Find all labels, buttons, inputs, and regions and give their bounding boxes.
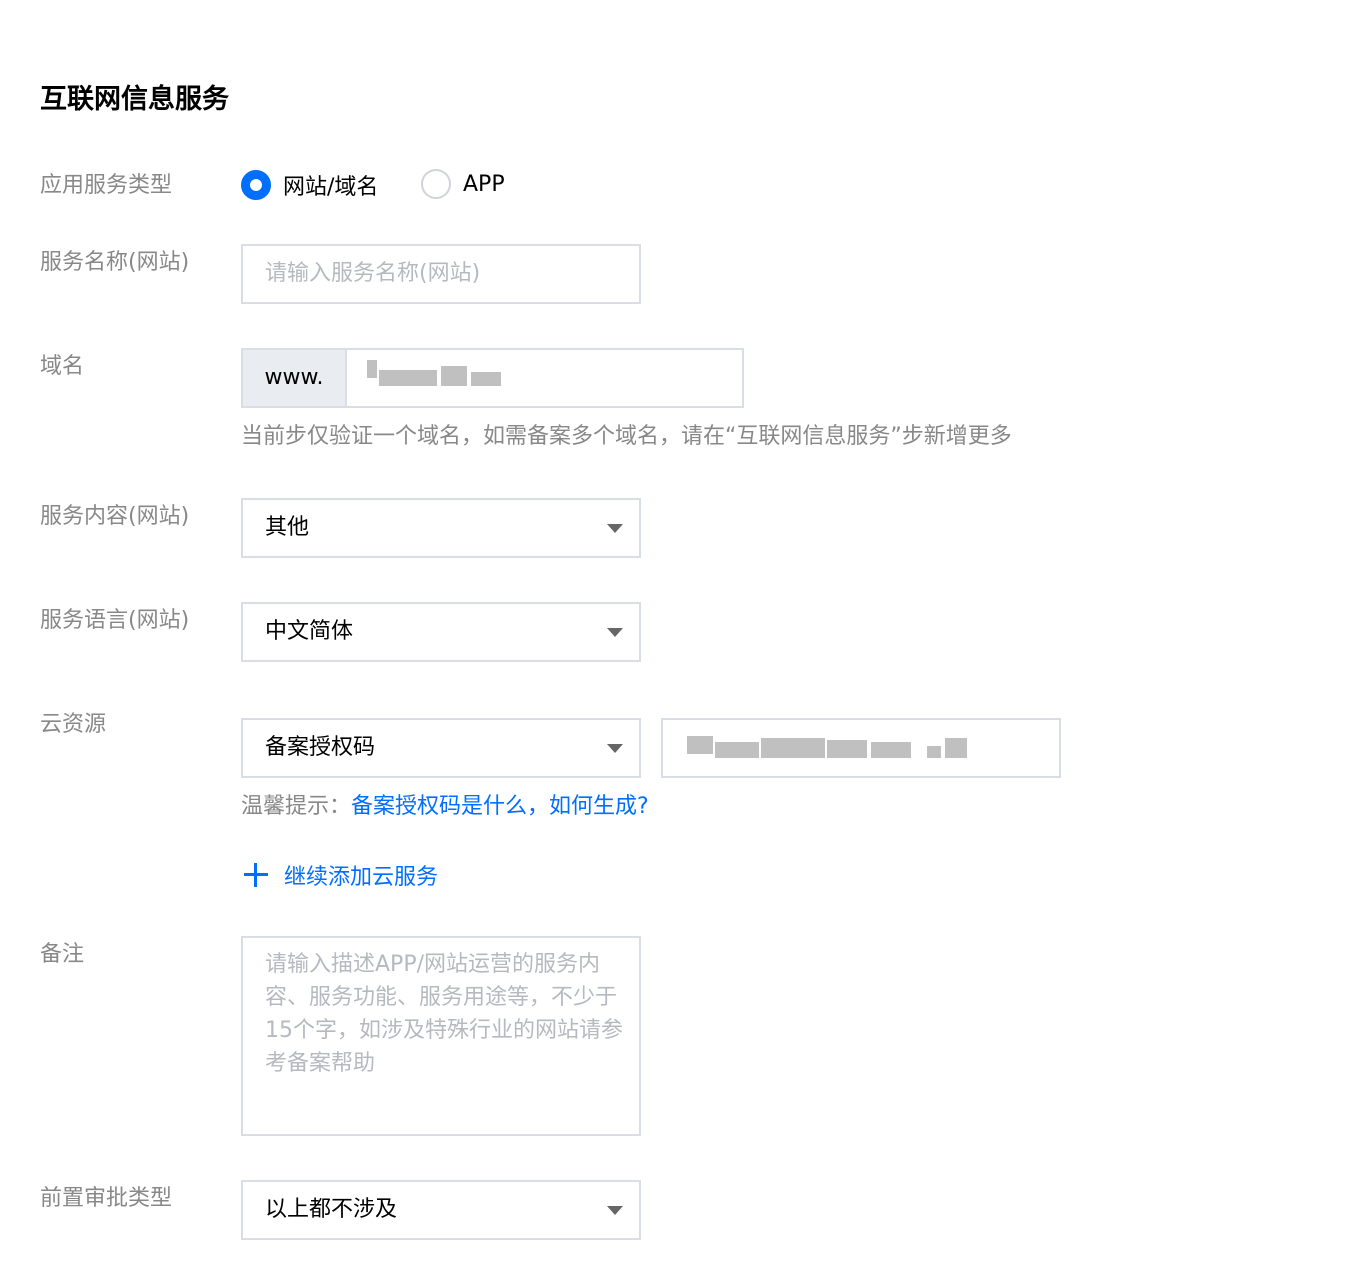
service-name-input[interactable]: 请输入服务名称(网站)	[241, 244, 641, 304]
service-language-select[interactable]: 中文简体	[241, 602, 641, 662]
section-title: 互联网信息服务	[40, 84, 229, 115]
remark-label: 备注	[40, 942, 85, 967]
service-name-placeholder: 请输入服务名称(网站)	[265, 261, 481, 286]
service-name-label: 服务名称(网站)	[40, 250, 190, 275]
authorization-code-input[interactable]	[661, 718, 1061, 778]
pre-approval-select[interactable]: 以上都不涉及	[241, 1180, 641, 1240]
service-content-label: 服务内容(网站)	[40, 504, 190, 529]
add-cloud-service-label: 继续添加云服务	[284, 865, 439, 890]
cloud-resource-type-select[interactable]: 备案授权码	[241, 718, 641, 778]
domain-prefix: www.	[243, 350, 347, 406]
domain-hint: 当前步仅验证一个域名，如需备案多个域名，请在“互联网信息服务”步新增更多	[241, 424, 1012, 449]
add-cloud-service-button[interactable]: 继续添加云服务	[244, 859, 438, 891]
cloud-resource-label: 云资源	[40, 712, 107, 737]
chevron-down-icon	[607, 1206, 623, 1215]
service-language-value: 中文简体	[265, 619, 354, 644]
tip-prefix: 温馨提示：	[241, 794, 352, 819]
pre-approval-value: 以上都不涉及	[265, 1197, 398, 1222]
radio-website-domain[interactable]: 网站/域名	[241, 169, 378, 201]
remark-placeholder: 请输入描述APP/网站运营的服务内容、服务功能、服务用途等，不少于15个字，如涉…	[265, 952, 623, 1076]
service-content-value: 其他	[265, 515, 310, 540]
chevron-down-icon	[607, 524, 623, 533]
domain-value-redacted	[367, 360, 507, 396]
domain-input[interactable]: www.	[241, 348, 744, 408]
radio-app[interactable]: APP	[421, 169, 505, 199]
plus-icon	[244, 863, 268, 887]
chevron-down-icon	[607, 628, 623, 637]
service-type-label: 应用服务类型	[40, 173, 173, 198]
authorization-code-redacted	[687, 734, 977, 764]
radio-selected-icon	[241, 170, 271, 200]
chevron-down-icon	[607, 744, 623, 753]
service-content-select[interactable]: 其他	[241, 498, 641, 558]
remark-textarea[interactable]: 请输入描述APP/网站运营的服务内容、服务功能、服务用途等，不少于15个字，如涉…	[241, 936, 641, 1136]
radio-website-domain-label: 网站/域名	[283, 175, 379, 200]
authorization-code-help-link[interactable]: 备案授权码是什么，如何生成?	[351, 794, 649, 819]
pre-approval-label: 前置审批类型	[40, 1186, 173, 1211]
radio-app-label: APP	[463, 171, 505, 197]
service-language-label: 服务语言(网站)	[40, 608, 190, 633]
cloud-resource-tip: 温馨提示：备案授权码是什么，如何生成?	[241, 792, 649, 822]
cloud-resource-type-value: 备案授权码	[265, 735, 376, 760]
radio-unselected-icon	[421, 169, 451, 199]
domain-label: 域名	[40, 354, 85, 379]
